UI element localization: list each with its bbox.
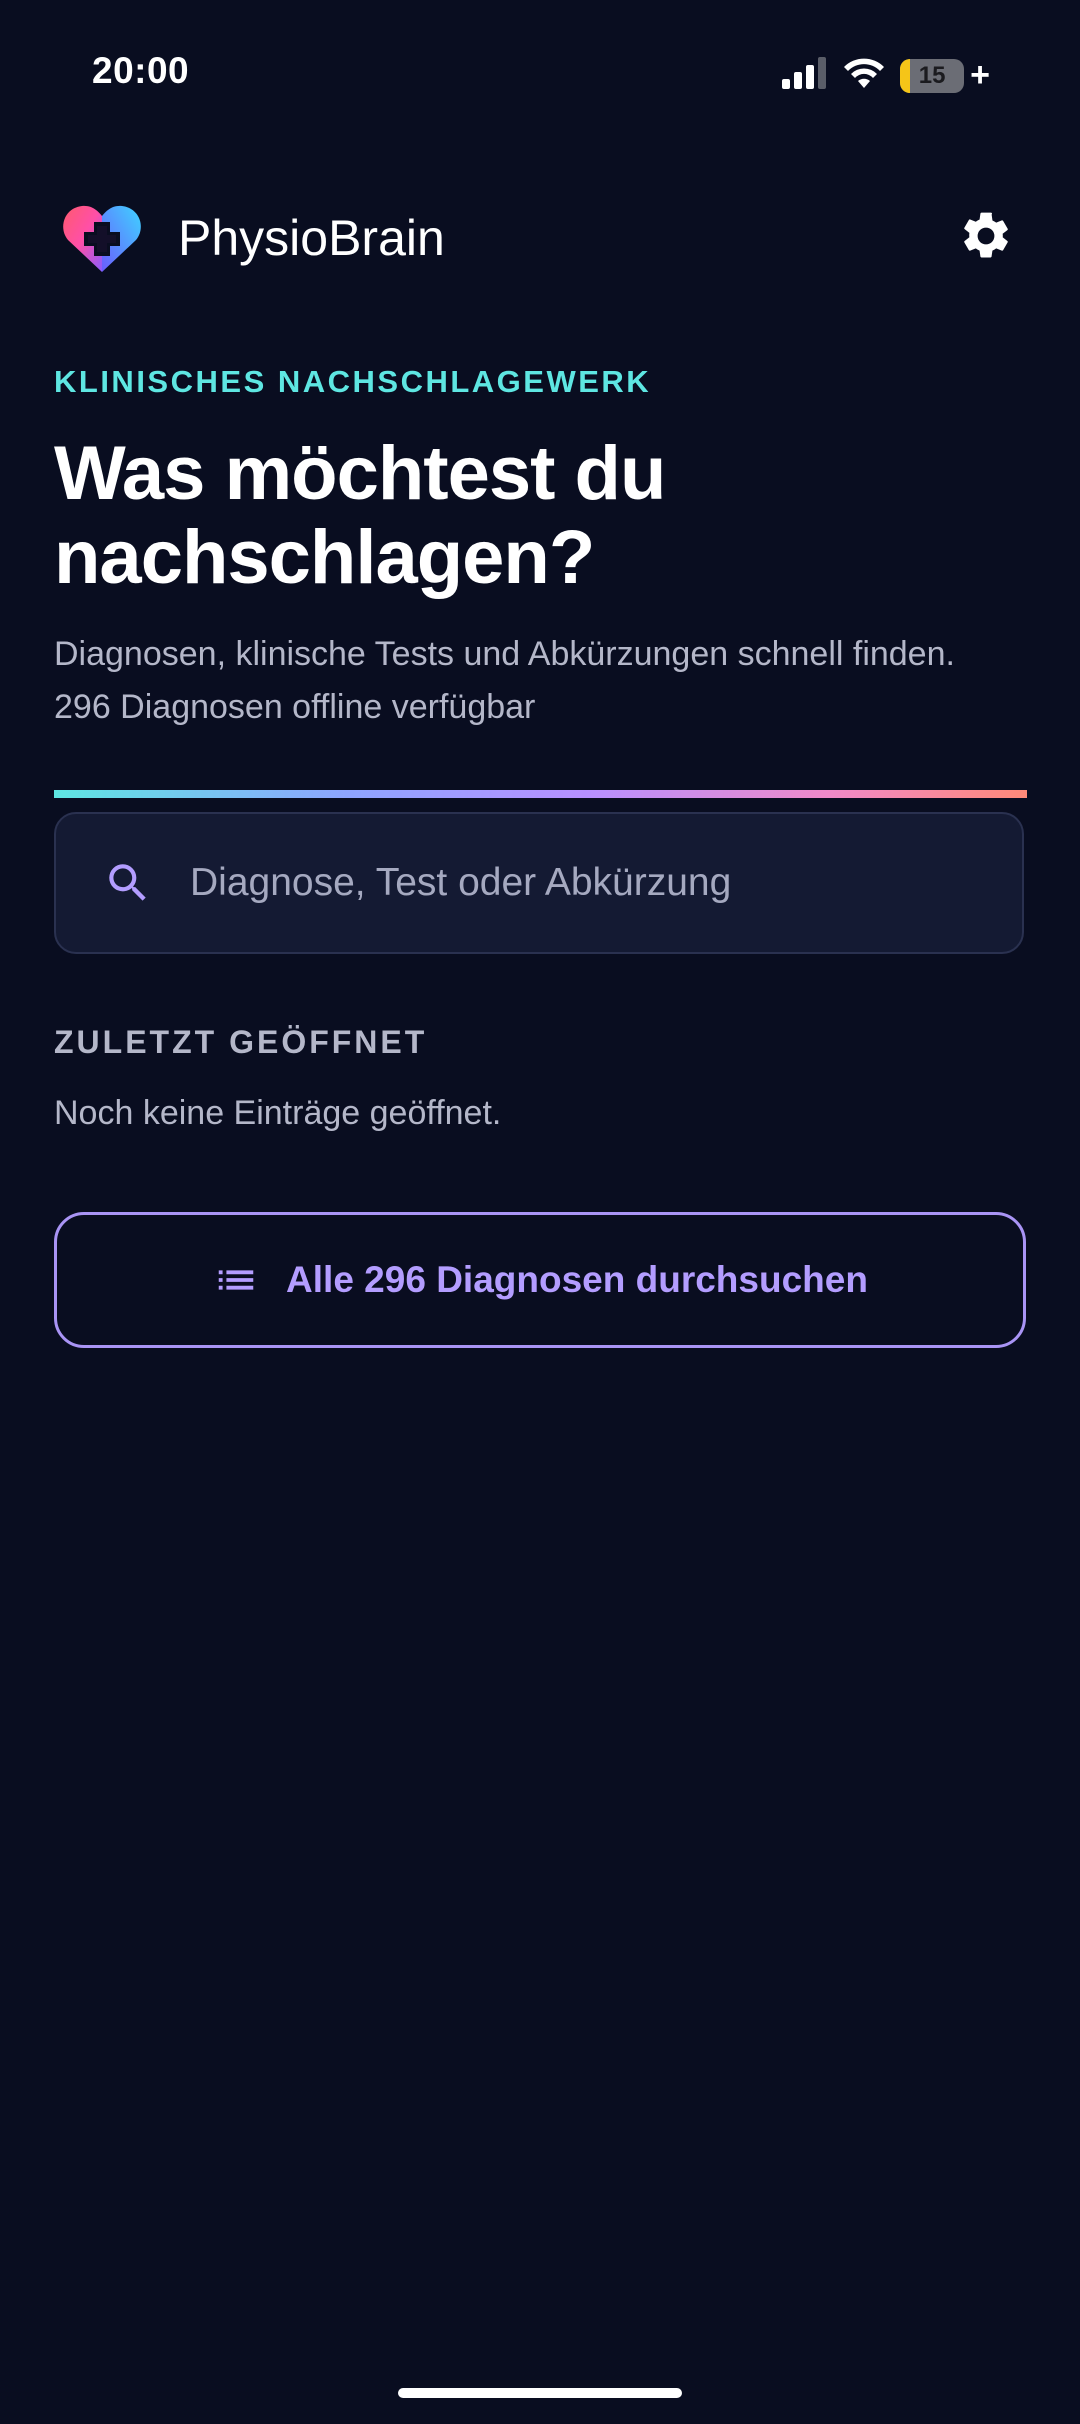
browse-all-button[interactable]: Alle 296 Diagnosen durchsuchen	[54, 1212, 1026, 1348]
search-box[interactable]	[54, 812, 1024, 954]
battery-charging-icon: 15	[900, 58, 965, 93]
cellular-signal-icon	[782, 57, 828, 94]
status-time: 20:00	[92, 50, 190, 91]
eyebrow-label: KLINISCHES NACHSCHLAGEWERK	[54, 364, 652, 399]
subtitle-line-1: Diagnosen, klinische Tests und Abkürzung…	[54, 635, 955, 673]
heart-cross-logo-icon	[54, 190, 150, 286]
settings-button[interactable]	[946, 198, 1026, 278]
recent-empty-text: Noch keine Einträge geöffnet.	[54, 1094, 502, 1132]
app-title: PhysioBrain	[178, 210, 445, 266]
browse-all-label: Alle 296 Diagnosen durchsuchen	[286, 1259, 868, 1300]
recent-section-label: ZULETZT GEÖFFNET	[54, 1024, 428, 1060]
status-bar: 20:00 15 +	[0, 0, 1080, 150]
subtitle: Diagnosen, klinische Tests und Abkürzung…	[54, 628, 1044, 734]
charging-plus-icon: +	[970, 56, 990, 94]
headline-line-1: Was möchtest du	[54, 431, 666, 516]
search-icon	[102, 857, 154, 909]
wifi-icon	[842, 56, 886, 95]
status-icons: 15 +	[782, 56, 990, 95]
list-icon	[212, 1256, 260, 1304]
headline-line-2: nachschlagen?	[54, 515, 595, 600]
app-header: PhysioBrain	[54, 190, 1026, 286]
gradient-divider	[54, 790, 1027, 798]
offline-count-text: 296 Diagnosen offline verfügbar	[54, 688, 536, 726]
gear-icon	[958, 208, 1014, 269]
battery-level: 15	[918, 61, 946, 89]
page-title: Was möchtest du nachschlagen?	[54, 432, 1014, 600]
home-indicator[interactable]	[398, 2388, 682, 2398]
search-input[interactable]	[188, 860, 952, 906]
